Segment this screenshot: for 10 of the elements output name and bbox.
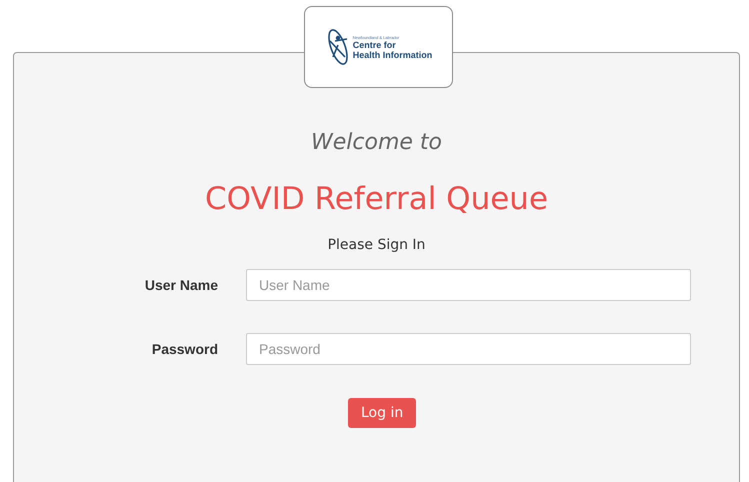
field-label: User Name: [144, 277, 219, 293]
login-button[interactable]: Log in: [348, 398, 416, 428]
username-field[interactable]: User Name: [246, 269, 691, 301]
logo-text: Centre for: [352, 40, 397, 50]
password-field[interactable]: Password: [246, 333, 691, 365]
welcome-text: Welcome to: [310, 130, 442, 155]
app-title: COVID Referral Queue: [204, 181, 548, 217]
sign-in-prompt: Please Sign In: [328, 237, 426, 253]
logo-text: Health Information: [352, 50, 432, 60]
field-label: Password: [150, 341, 219, 357]
